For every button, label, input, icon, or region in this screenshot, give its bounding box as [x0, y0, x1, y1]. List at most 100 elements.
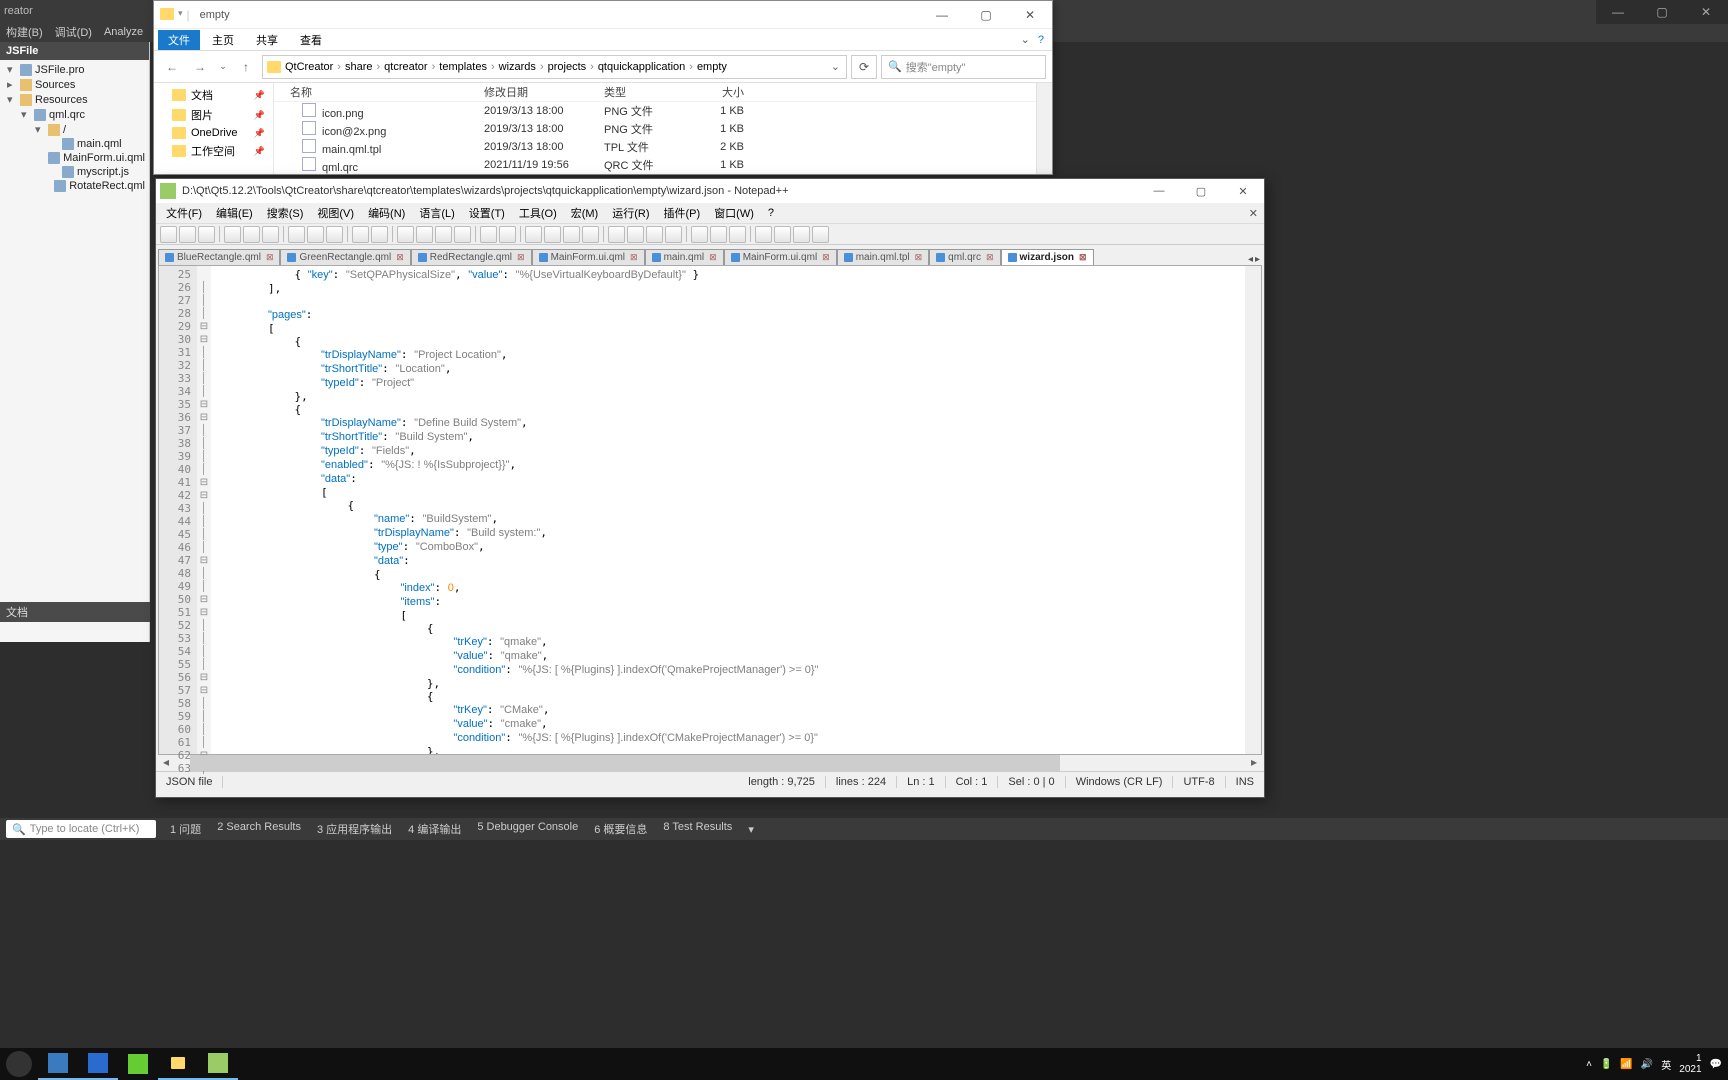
document-tab[interactable]: MainForm.ui.qml⊠: [724, 249, 837, 265]
taskbar-app-1[interactable]: [38, 1048, 78, 1080]
breadcrumb-item[interactable]: share: [343, 61, 375, 73]
breadcrumb-item[interactable]: wizards: [497, 61, 538, 73]
toolbar-button[interactable]: [582, 226, 599, 243]
npp-document-tabs[interactable]: BlueRectangle.qml⊠GreenRectangle.qml⊠Red…: [156, 245, 1264, 265]
tray-ime[interactable]: 英: [1661, 1057, 1671, 1072]
toolbar-button[interactable]: [563, 226, 580, 243]
toolbar-button[interactable]: [710, 226, 727, 243]
forward-button[interactable]: →: [188, 55, 212, 79]
fold-column[interactable]: │││⊟⊟││││⊟⊟││││⊟⊟││││⊟││⊟⊟││││⊟⊟││││⊟│: [197, 266, 211, 754]
output-tab[interactable]: 1 问题: [162, 821, 209, 837]
project-tree-item[interactable]: myscript.js: [0, 165, 149, 179]
toolbar-button[interactable]: [307, 226, 324, 243]
back-button[interactable]: ←: [160, 55, 184, 79]
explorer-nav-pane[interactable]: 文档📌图片📌OneDrive📌工作空间📌: [154, 83, 274, 174]
explorer-columns[interactable]: 名称 修改日期 类型 大小: [274, 83, 1036, 102]
taskbar-app-3[interactable]: [118, 1048, 158, 1080]
menu-item[interactable]: 插件(P): [658, 203, 707, 223]
toolbar-button[interactable]: [416, 226, 433, 243]
project-tree-item[interactable]: ▾qml.qrc: [0, 107, 149, 122]
toolbar-button[interactable]: [243, 226, 260, 243]
dropdown-icon[interactable]: ▾: [740, 823, 762, 836]
document-tab[interactable]: MainForm.ui.qml⊠: [532, 249, 645, 265]
document-tab[interactable]: qml.qrc⊠: [929, 249, 1000, 265]
toolbar-button[interactable]: [326, 226, 343, 243]
toolbar-button[interactable]: [793, 226, 810, 243]
col-name[interactable]: 名称: [274, 84, 484, 100]
project-tree-item[interactable]: main.qml: [0, 137, 149, 151]
help-icon[interactable]: ?: [1038, 34, 1052, 46]
breadcrumb-item[interactable]: empty: [695, 61, 729, 73]
tray-wifi-icon[interactable]: 📶: [1620, 1059, 1632, 1070]
start-button[interactable]: [6, 1051, 32, 1077]
project-tree-item[interactable]: ▾Resources: [0, 92, 149, 107]
toolbar-button[interactable]: [397, 226, 414, 243]
toolbar-button[interactable]: [160, 226, 177, 243]
breadcrumb-item[interactable]: QtCreator: [283, 61, 335, 73]
tray-chevron-icon[interactable]: ˄: [1586, 1059, 1592, 1070]
file-row[interactable]: qml.qrc2021/11/19 19:56QRC 文件1 KB: [274, 156, 1036, 174]
document-tab[interactable]: main.qml⊠: [645, 249, 724, 265]
file-row[interactable]: main.qml.tpl2019/3/13 18:00TPL 文件2 KB: [274, 138, 1036, 156]
explorer-titlebar[interactable]: ▾ | empty — ▢ ✕: [154, 1, 1052, 29]
toolbar-button[interactable]: [198, 226, 215, 243]
output-tab[interactable]: 8 Test Results: [655, 821, 740, 837]
output-tab[interactable]: 5 Debugger Console: [469, 821, 586, 837]
nav-pane-item[interactable]: 工作空间📌: [154, 141, 273, 161]
toolbar-button[interactable]: [627, 226, 644, 243]
close-button[interactable]: ✕: [1222, 179, 1264, 203]
tab-home[interactable]: 主页: [202, 30, 244, 50]
ribbon-expand-icon[interactable]: ⌄: [1021, 33, 1036, 46]
nav-pane-item[interactable]: OneDrive📌: [154, 125, 273, 141]
breadcrumb-item[interactable]: templates: [437, 61, 489, 73]
project-tree-item[interactable]: MainForm.ui.qml: [0, 151, 149, 165]
menu-item[interactable]: ?: [762, 205, 780, 221]
npp-editor[interactable]: 25 26 27 28 29 30 31 32 33 34 35 36 37 3…: [158, 265, 1262, 755]
toolbar-button[interactable]: [499, 226, 516, 243]
minimize-button[interactable]: —: [1138, 179, 1180, 203]
breadcrumb-item[interactable]: projects: [546, 61, 589, 73]
tab-scroll-left[interactable]: ◂: [1248, 254, 1253, 265]
document-tab[interactable]: main.qml.tpl⊠: [837, 249, 929, 265]
code-area[interactable]: { "key": "SetQPAPhysicalSize", "value": …: [211, 266, 1245, 754]
document-tab[interactable]: GreenRectangle.qml⊠: [280, 249, 410, 265]
menu-item[interactable]: 设置(T): [463, 203, 511, 223]
taskbar-notepadpp[interactable]: [198, 1048, 238, 1080]
menu-item[interactable]: 文件(F): [160, 203, 208, 223]
project-tree-item[interactable]: RotateRect.qml: [0, 179, 149, 193]
document-tab[interactable]: wizard.json⊠: [1001, 249, 1094, 265]
scrollbar-vertical[interactable]: [1036, 83, 1052, 174]
output-tab[interactable]: 3 应用程序输出: [309, 821, 400, 837]
nav-pane-item[interactable]: 文档📌: [154, 85, 273, 105]
project-tree-item[interactable]: ▾JSFile.pro: [0, 62, 149, 77]
toolbar-button[interactable]: [480, 226, 497, 243]
windows-taskbar[interactable]: ˄ 🔋 📶 🔊 英 1 2021 💬: [0, 1048, 1728, 1080]
toolbar-button[interactable]: [544, 226, 561, 243]
toolbar-button[interactable]: [525, 226, 542, 243]
npp-menubar[interactable]: 文件(F)编辑(E)搜索(S)视图(V)编码(N)语言(L)设置(T)工具(O)…: [156, 203, 1264, 223]
document-tab[interactable]: RedRectangle.qml⊠: [411, 249, 532, 265]
project-tree-item[interactable]: ▸Sources: [0, 77, 149, 92]
breadcrumb-item[interactable]: qtquickapplication: [596, 61, 687, 73]
toolbar-button[interactable]: [812, 226, 829, 243]
refresh-button[interactable]: ⟳: [851, 55, 877, 79]
menu-item[interactable]: 运行(R): [606, 203, 655, 223]
maximize-button[interactable]: ▢: [964, 1, 1008, 29]
menu-item[interactable]: 编辑(E): [210, 203, 259, 223]
toolbar-button[interactable]: [262, 226, 279, 243]
close-icon[interactable]: ✕: [1684, 0, 1728, 24]
tray-clock[interactable]: 1 2021: [1679, 1053, 1701, 1075]
project-tree[interactable]: ▾JSFile.pro▸Sources▾Resources▾qml.qrc▾/m…: [0, 60, 149, 195]
tray-notifications-icon[interactable]: 💬: [1710, 1059, 1722, 1070]
minimize-button[interactable]: —: [920, 1, 964, 29]
menu-debug[interactable]: 调试(D): [55, 24, 92, 40]
locator-input[interactable]: 🔍 Type to locate (Ctrl+K): [6, 820, 156, 838]
col-size[interactable]: 大小: [694, 84, 754, 100]
tab-scroll-right[interactable]: ▸: [1255, 254, 1260, 265]
maximize-icon[interactable]: ▢: [1640, 0, 1684, 24]
col-date[interactable]: 修改日期: [484, 84, 604, 100]
recent-dropdown[interactable]: ⌄: [216, 55, 230, 79]
breadcrumb-item[interactable]: qtcreator: [382, 61, 429, 73]
tray-battery-icon[interactable]: 🔋: [1600, 1059, 1612, 1070]
ribbon-tabs[interactable]: 文件 主页 共享 查看 ⌄ ?: [154, 29, 1052, 51]
